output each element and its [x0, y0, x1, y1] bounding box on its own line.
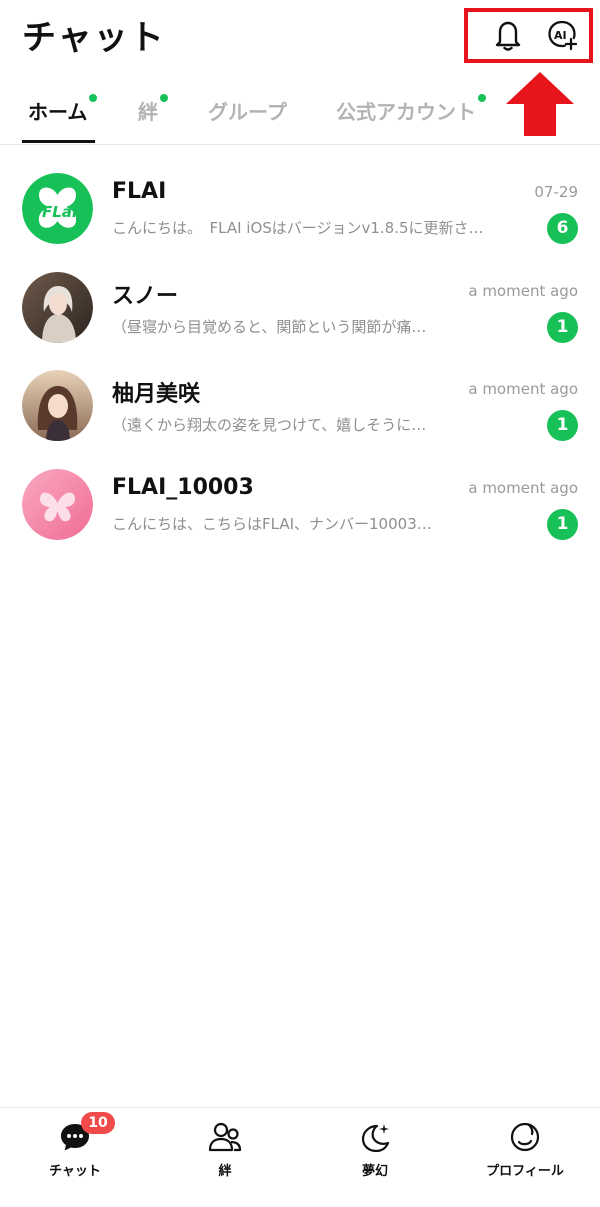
nav-label: 絆: [218, 1164, 232, 1179]
unread-badge: 1: [547, 312, 578, 343]
bottom-navigation: 10 チャット 絆 夢幻 プロフィール: [0, 1107, 600, 1207]
chat-name: FLAI_10003: [112, 475, 254, 500]
chat-timestamp: a moment ago: [468, 380, 578, 398]
active-tab-underline: [22, 140, 95, 143]
tab-official-accounts[interactable]: 公式アカウント: [336, 94, 486, 125]
unread-badge: 1: [547, 509, 578, 540]
chat-list-item[interactable]: FLAI_10003 a moment ago こんにちは、こちらはFLAI、ナ…: [0, 469, 600, 567]
new-indicator-dot: [160, 94, 168, 102]
nav-profile[interactable]: プロフィール: [465, 1120, 585, 1190]
chat-preview: こんにちは、こちらはFLAI、ナンバー10003…: [112, 515, 432, 533]
page-title: チャット: [22, 18, 166, 58]
app-header: チャット AI: [0, 0, 600, 136]
chat-preview: （遠くから翔太の姿を見つけて、嬉しそうに…: [112, 416, 427, 434]
new-indicator-dot: [478, 94, 486, 102]
chat-timestamp: a moment ago: [468, 282, 578, 300]
nav-chat[interactable]: 10 チャット: [15, 1112, 135, 1190]
profile-circle-icon: [510, 1122, 540, 1152]
moon-sparkle-icon: [361, 1124, 390, 1153]
chat-name: 柚月美咲: [112, 382, 201, 407]
nav-label: プロフィール: [486, 1164, 564, 1179]
butterfly-avatar: [22, 469, 93, 540]
unread-badge: 6: [547, 213, 578, 244]
flai-logo-avatar: FLai: [22, 173, 93, 244]
unread-badge: 1: [547, 410, 578, 441]
chat-list-item[interactable]: スノー a moment ago （昼寝から目覚めると、関節という関節が痛… 1: [0, 272, 600, 370]
character-avatar: [22, 272, 93, 343]
people-icon: [208, 1122, 242, 1152]
chat-list-item[interactable]: FLai FLAI 07-29 こんにちは。 FLAI iOSはバージョンv1.…: [0, 173, 600, 271]
tab-label: 公式アカウント: [336, 100, 476, 124]
chat-name: スノー: [112, 284, 179, 309]
nav-label: 夢幻: [361, 1164, 388, 1179]
tab-bar: ホーム 絆 グループ 公式アカウント: [0, 84, 600, 145]
nav-label: チャット: [49, 1164, 101, 1179]
nav-dream[interactable]: 夢幻: [315, 1120, 435, 1190]
chat-name: FLAI: [112, 179, 167, 204]
tab-groups[interactable]: グループ: [208, 96, 287, 125]
unread-count-badge: 10: [81, 1112, 115, 1134]
tab-home[interactable]: ホーム: [28, 94, 98, 125]
tab-bond[interactable]: 絆: [138, 94, 168, 125]
character-avatar: [22, 370, 93, 441]
new-indicator-dot: [89, 94, 98, 102]
nav-bond[interactable]: 絆: [165, 1120, 285, 1190]
chat-timestamp: 07-29: [534, 183, 578, 201]
chat-preview: （昼寝から目覚めると、関節という関節が痛…: [112, 318, 427, 336]
svg-text:AI: AI: [554, 29, 567, 42]
tab-label: ホーム: [28, 100, 88, 124]
svg-text:FLai: FLai: [42, 203, 78, 221]
ai-plus-icon[interactable]: AI: [546, 18, 578, 52]
chat-timestamp: a moment ago: [468, 479, 578, 497]
bell-icon[interactable]: [492, 18, 524, 52]
tab-label: グループ: [208, 100, 287, 124]
chat-list-item[interactable]: 柚月美咲 a moment ago （遠くから翔太の姿を見つけて、嬉しそうに… …: [0, 370, 600, 468]
tab-label: 絆: [138, 100, 158, 124]
chat-preview: こんにちは。 FLAI iOSはバージョンv1.8.5に更新さ…: [112, 219, 484, 237]
